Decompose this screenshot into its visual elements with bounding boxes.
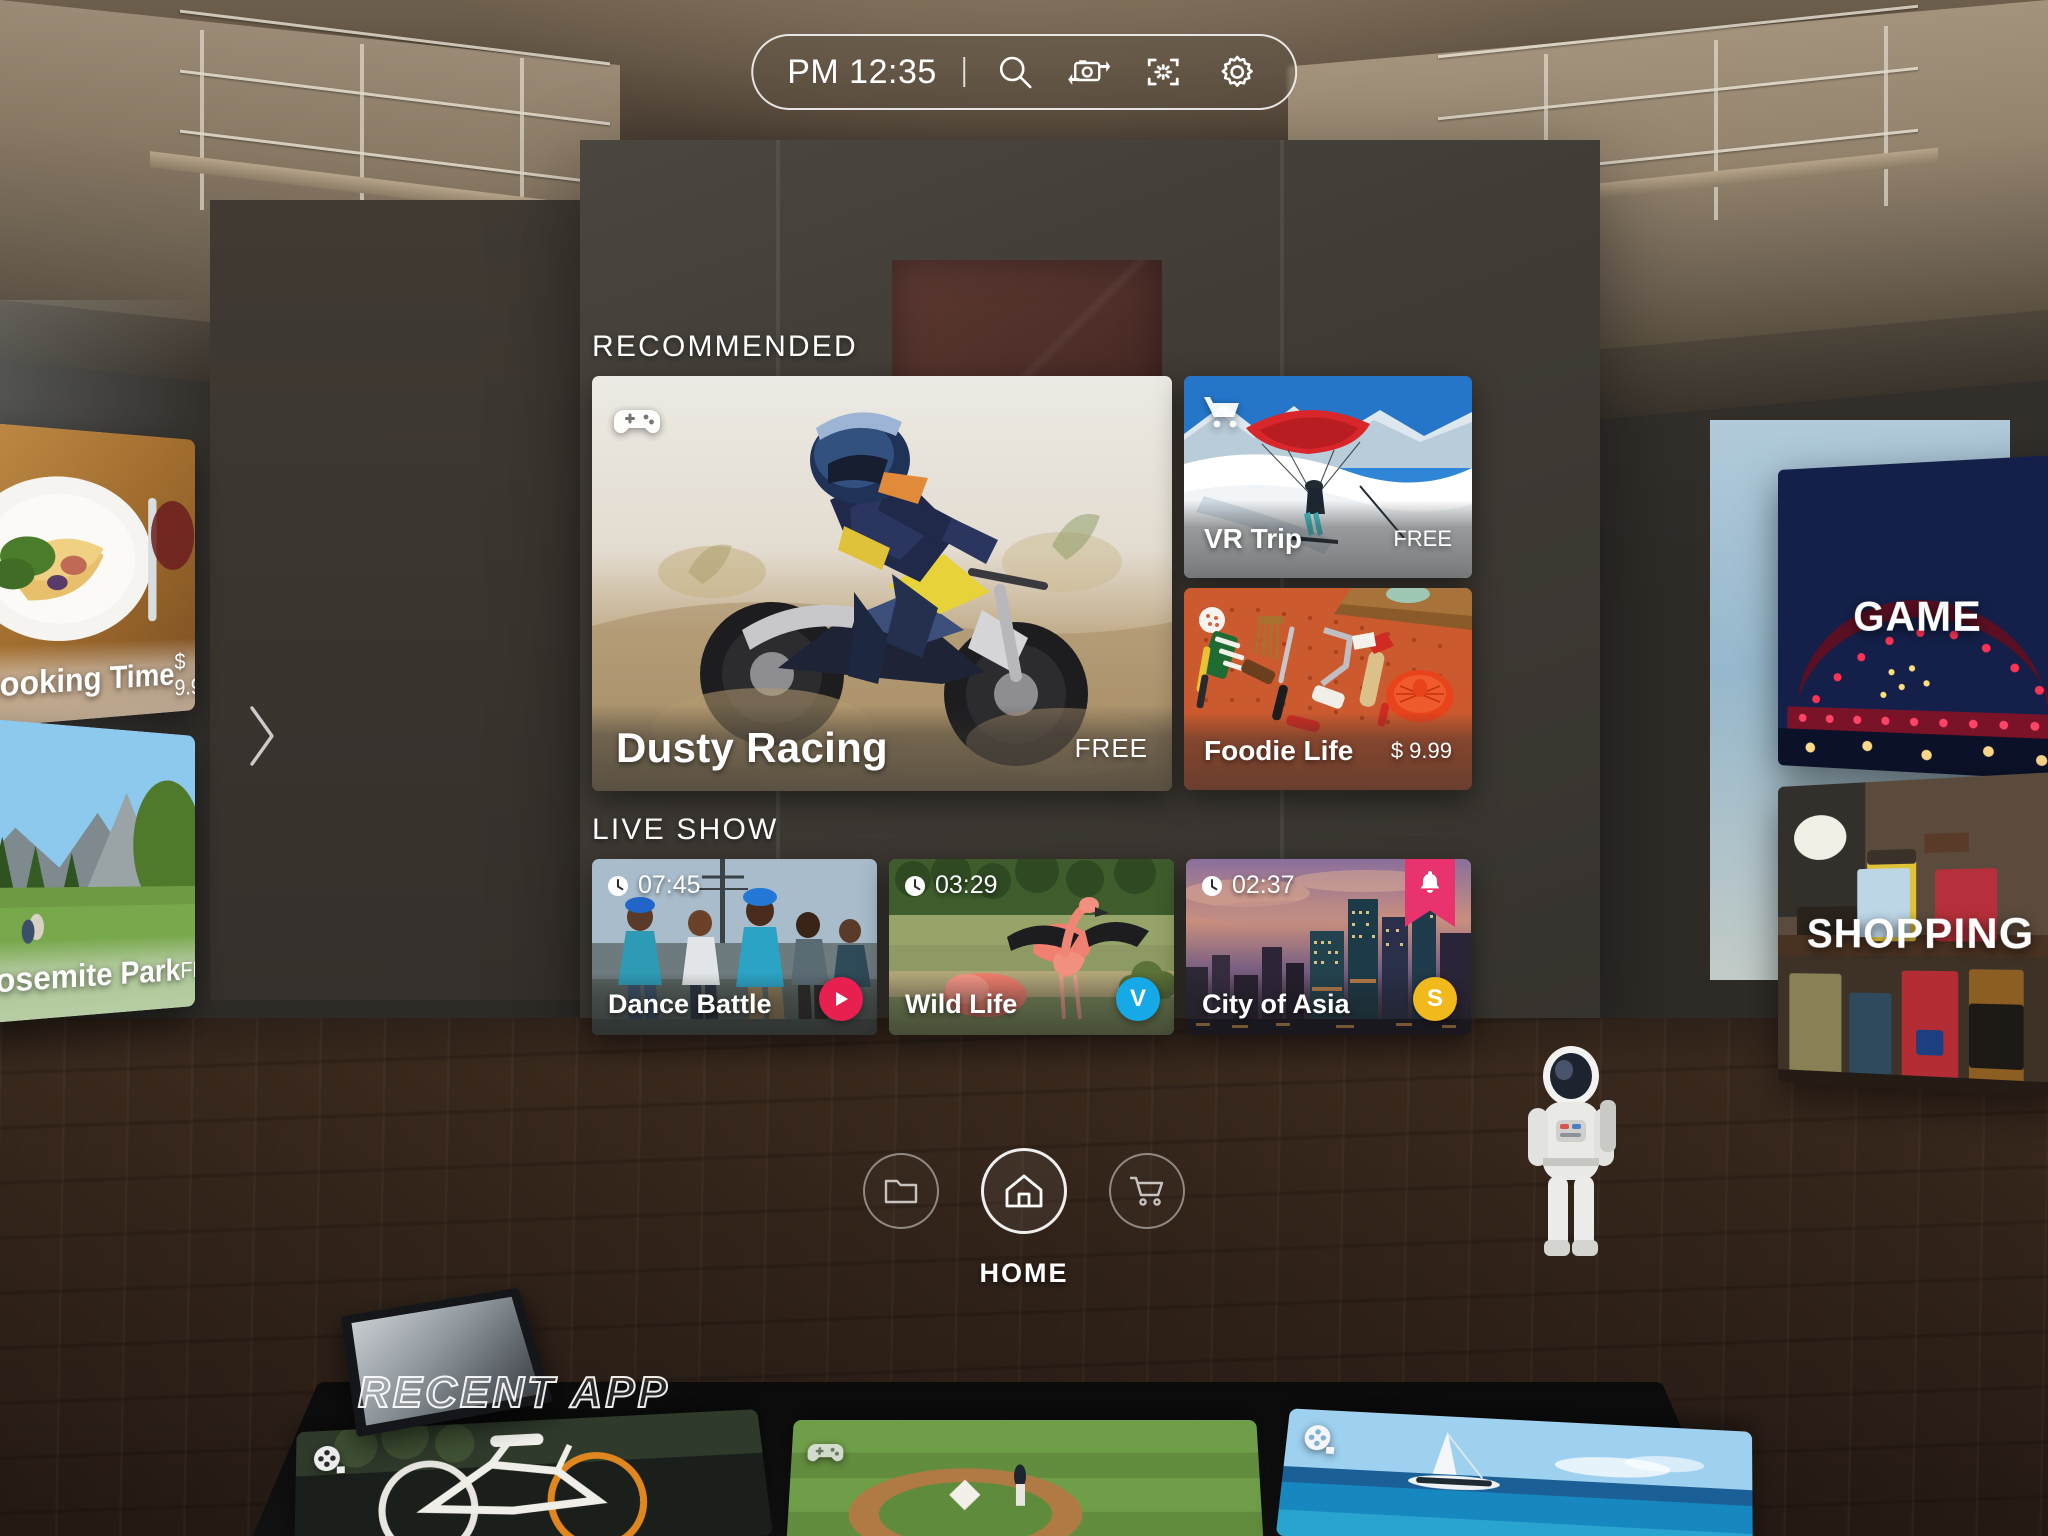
cart-icon	[1130, 1176, 1164, 1206]
panel-title: SHOPPING	[1806, 909, 2035, 959]
carousel-next-chevron-icon[interactable]	[238, 700, 284, 772]
store-button[interactable]	[1109, 1153, 1185, 1229]
recommended-side-column: VR Trip FREE Foodie Life $ 9.99	[1184, 376, 1472, 791]
film-reel-icon	[310, 1441, 350, 1482]
card-price: $ 9.99	[174, 648, 195, 701]
live-timer: 02:37	[1200, 871, 1295, 900]
right-panel-carousel: GAME SHOPPING	[1742, 448, 2048, 1098]
library-button[interactable]	[863, 1153, 939, 1229]
right-panel-shopping[interactable]: SHOPPING	[1778, 771, 2048, 1098]
live-timer-value: 03:29	[935, 871, 998, 899]
live-timer-value: 07:45	[638, 871, 701, 899]
home-icon	[1005, 1174, 1043, 1208]
card-title: Foodie Life	[1204, 735, 1354, 766]
card-label: VR Trip FREE	[1184, 500, 1472, 578]
badge-letter: V	[1129, 985, 1146, 1012]
card-foodie-life[interactable]: Foodie Life $ 9.99	[1184, 588, 1472, 790]
card-label: Foodie Life $ 9.99	[1184, 712, 1472, 790]
panel-title: GAME	[1853, 593, 1982, 641]
recommended-section: RECOMMENDED Dusty Racing FREE VR Trip FR…	[592, 330, 1472, 791]
gear-icon[interactable]	[1213, 48, 1261, 96]
card-city-of-asia[interactable]: 02:37 S City of Asia	[1186, 859, 1471, 1035]
right-panel-game[interactable]: GAME	[1778, 454, 2048, 781]
card-dance-battle[interactable]: 07:45 Dance Battle	[592, 859, 877, 1035]
railing-post	[200, 30, 204, 210]
live-show-row: 07:45 Dance Battle 03:29 V Wild Life 02:…	[592, 859, 1472, 1035]
railing-post	[360, 44, 364, 224]
channel-badge-s[interactable]: S	[1413, 977, 1457, 1021]
baseball-thumbnail	[786, 1420, 1264, 1536]
live-timer: 03:29	[903, 871, 998, 900]
folder-icon	[884, 1179, 918, 1204]
gamepad-icon	[805, 1431, 847, 1470]
card-vr-trip[interactable]: VR Trip FREE	[1184, 376, 1472, 578]
bell-icon	[1420, 871, 1440, 893]
card-title: Dance Battle	[608, 988, 772, 1019]
topbar-divider	[962, 57, 965, 87]
camera-360-icon[interactable]	[1065, 48, 1113, 96]
railing-post	[1714, 40, 1718, 220]
active-nav-label: HOME	[979, 1258, 1069, 1288]
recommended-row: Dusty Racing FREE VR Trip FREE Foodie Li…	[592, 376, 1472, 791]
recommended-title: RECOMMENDED	[592, 330, 858, 363]
card-price: FREE	[1074, 732, 1148, 763]
card-price: FREE	[180, 955, 195, 983]
vr-home-screen: PM 12:35 Cooking Time $ 9.99 Yosemite Pa…	[0, 0, 2048, 1536]
card-title: Wild Life	[905, 988, 1018, 1019]
live-show-title: LIVE SHOW	[592, 813, 779, 846]
play-icon	[836, 992, 848, 1006]
play-badge[interactable]	[819, 977, 863, 1021]
recent-app-baseball[interactable]	[786, 1420, 1264, 1536]
clock-icon	[905, 875, 925, 896]
clock-icon	[1202, 875, 1222, 896]
recent-app-sea[interactable]	[1275, 1408, 1753, 1536]
live-timer: 07:45	[606, 871, 701, 900]
left-card-yosemite[interactable]: Yosemite Park FREE	[0, 716, 195, 1026]
sea-thumbnail	[1275, 1408, 1753, 1536]
main-content: RECOMMENDED Dusty Racing FREE VR Trip FR…	[592, 330, 1472, 1035]
home-button[interactable]	[981, 1148, 1067, 1234]
railing-post	[1884, 26, 1888, 206]
channel-badge-v[interactable]: V	[1116, 977, 1160, 1021]
card-wild-life[interactable]: 03:29 V Wild Life	[889, 859, 1174, 1035]
astronaut-avatar[interactable]	[1516, 1040, 1626, 1260]
card-price: FREE	[1393, 526, 1452, 551]
card-label: Dusty Racing FREE	[592, 705, 1172, 791]
card-title: Cooking Time	[0, 658, 175, 706]
search-icon[interactable]	[991, 48, 1039, 96]
status-bar: PM 12:35	[751, 34, 1297, 110]
card-label: Cooking Time $ 9.99	[0, 638, 195, 730]
clock-label: PM 12:35	[787, 52, 937, 91]
recenter-icon[interactable]	[1139, 48, 1187, 96]
live-timer-value: 02:37	[1232, 871, 1295, 899]
cart-icon	[1200, 390, 1244, 434]
card-title: City of Asia	[1202, 988, 1350, 1019]
clock-icon	[608, 875, 628, 896]
badge-letter: S	[1426, 985, 1443, 1012]
card-title: VR Trip	[1204, 523, 1303, 554]
gamepad-icon	[612, 394, 662, 444]
card-title: Dusty Racing	[616, 724, 888, 771]
card-price: $ 9.99	[1390, 738, 1452, 763]
left-card-cooking[interactable]: Cooking Time $ 9.99	[0, 420, 195, 730]
recent-app-label: RECENT APP	[357, 1367, 670, 1418]
wall-left	[210, 200, 590, 1000]
live-show-section: LIVE SHOW 07:45 Dance Battle 03:29 V Wil…	[592, 813, 1472, 1035]
card-title: Yosemite Park	[0, 953, 181, 1002]
film-reel-icon	[1298, 1420, 1341, 1461]
bottom-navigation	[863, 1148, 1185, 1234]
card-dusty-racing[interactable]: Dusty Racing FREE	[592, 376, 1172, 791]
left-card-carousel: Cooking Time $ 9.99 Yosemite Park FREE	[0, 420, 195, 1026]
